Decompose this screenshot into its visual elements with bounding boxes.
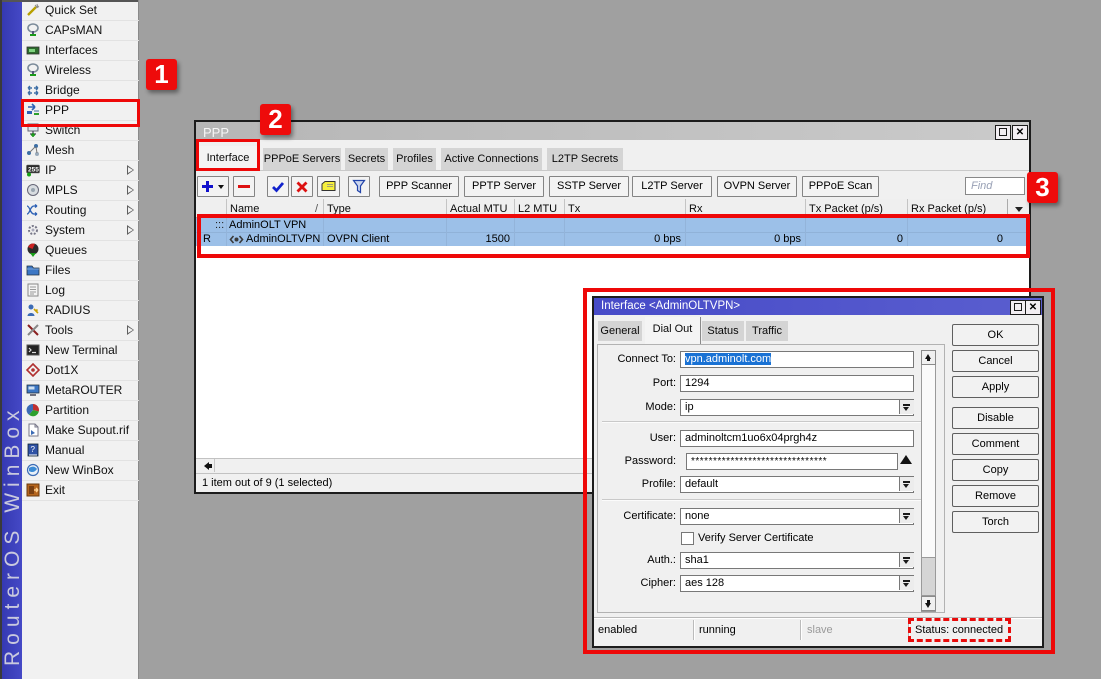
svg-text:?: ? <box>31 445 36 454</box>
svg-text:255: 255 <box>28 167 39 174</box>
